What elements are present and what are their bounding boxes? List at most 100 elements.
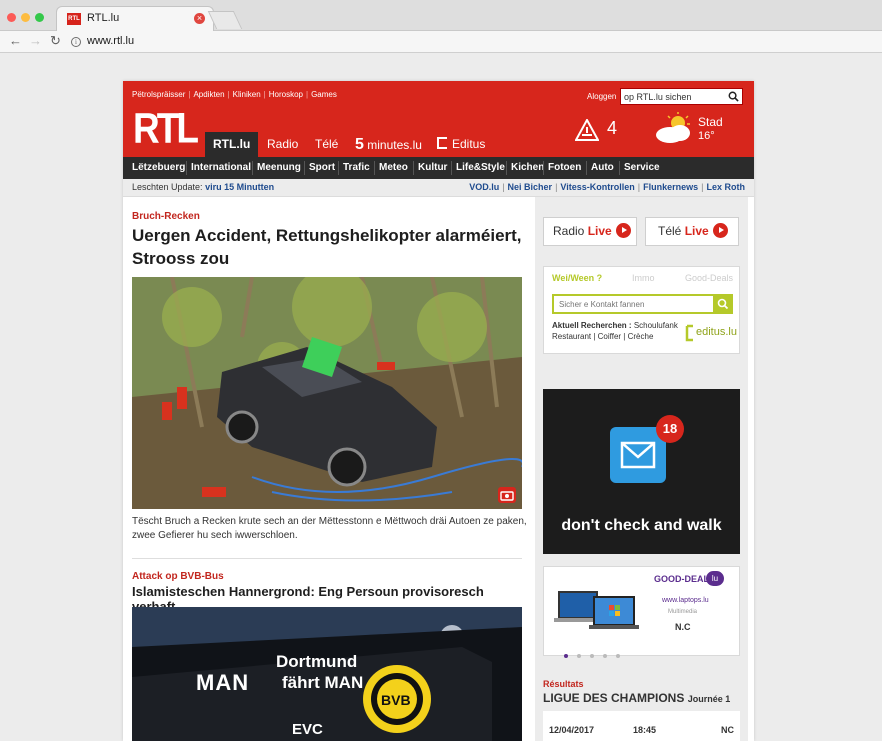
- nav-auto[interactable]: Auto: [591, 157, 614, 179]
- match-score: NC: [721, 725, 734, 735]
- bus-man-logo: MAN: [196, 670, 250, 695]
- radio-live-button[interactable]: Radio Live: [543, 217, 637, 246]
- carousel-dot[interactable]: [577, 654, 581, 658]
- update-bar: Leschten Update: viru 15 Minutten VOD.lu…: [123, 179, 754, 197]
- toplink-petrolspraisser[interactable]: Pëtrolspräisser: [132, 90, 185, 99]
- nav-kichen[interactable]: Kichen: [511, 157, 544, 179]
- close-tab-icon[interactable]: ×: [194, 13, 205, 24]
- link-flunkernews[interactable]: Flunkernews: [643, 182, 698, 192]
- info-icon[interactable]: i: [71, 37, 81, 47]
- browser-tab[interactable]: RTL RTL.lu ×: [56, 6, 214, 31]
- editus-logo-text: editus.lu: [696, 326, 737, 338]
- url-field[interactable]: www.rtl.lu: [87, 35, 134, 47]
- tele-live-button[interactable]: Télé Live: [645, 217, 739, 246]
- nav-letzebuerg[interactable]: Lëtzebuerg: [132, 157, 185, 179]
- camera-icon[interactable]: [498, 487, 516, 503]
- site-search-input[interactable]: [624, 90, 724, 103]
- tab-wei-ween[interactable]: Wei/Ween ?: [552, 273, 602, 283]
- reload-icon[interactable]: ↻: [50, 33, 61, 49]
- search-icon[interactable]: [728, 91, 739, 102]
- toplink-apdikten[interactable]: Apdikten: [193, 90, 224, 99]
- nav-kultur[interactable]: Kultur: [418, 157, 447, 179]
- forward-arrow-icon[interactable]: →: [29, 33, 42, 49]
- results-row[interactable]: 12/04/2017 18:45 NC: [543, 711, 740, 741]
- search-icon[interactable]: [713, 294, 733, 314]
- ad-banner[interactable]: 18 don't check and walk: [543, 389, 740, 554]
- tab-5minutes[interactable]: 5 minutes.lu: [347, 132, 430, 157]
- link-lex-roth[interactable]: Lex Roth: [706, 182, 745, 192]
- weather-city[interactable]: Stad: [698, 115, 723, 129]
- article-kicker[interactable]: Attack op BVB-Bus: [132, 571, 224, 582]
- traffic-warning-icon[interactable]: [575, 119, 599, 141]
- recent-search-more[interactable]: Restaurant | Coiffer | Crèche: [552, 332, 653, 341]
- play-icon: [615, 223, 631, 238]
- wei-ween-widget: Wei/Ween ? Immo Good-Deals Aktuell Reche…: [543, 266, 740, 354]
- carousel-dot[interactable]: [616, 654, 620, 658]
- toplink-games[interactable]: Games: [311, 90, 337, 99]
- article-photo[interactable]: BVB Dortmund MAN fährt MAN EVC: [132, 607, 522, 741]
- svg-text:BVB: BVB: [381, 692, 411, 708]
- results-title[interactable]: LIGUE DES CHAMPIONS Journée 1: [543, 691, 730, 705]
- minimize-window-button[interactable]: [21, 13, 30, 22]
- nav-lifestyle[interactable]: Life&Style: [456, 157, 505, 179]
- rtl-favicon-icon: RTL: [67, 13, 81, 25]
- bus-slogan-text: fährt MAN: [282, 673, 364, 692]
- site-search: [620, 88, 743, 105]
- bus-sponsor-text: EVC: [292, 721, 323, 738]
- contact-search-input[interactable]: [559, 298, 709, 311]
- ad-slogan: don't check and walk: [561, 517, 722, 534]
- laptops-image: [554, 591, 639, 629]
- nav-meteo[interactable]: Meteo: [379, 157, 408, 179]
- article-divider: [132, 558, 522, 559]
- nav-sport[interactable]: Sport: [309, 157, 335, 179]
- notification-badge: 18: [656, 415, 684, 443]
- ad-site: www.laptops.lu: [662, 597, 709, 604]
- tab-radio[interactable]: Radio: [259, 132, 306, 157]
- carousel-dot[interactable]: [603, 654, 607, 658]
- photo-caption: Tëscht Bruch a Recken krute sech an der …: [132, 516, 527, 541]
- rtl-site: Pëtrolspräisser | Apdikten | Kliniken | Horosk…: [123, 81, 754, 741]
- play-icon: [712, 223, 728, 238]
- partly-cloudy-icon: [656, 112, 690, 143]
- browser-tab-bar: RTL RTL.lu ×: [0, 0, 882, 31]
- tab-good-deals[interactable]: Good-Deals: [685, 273, 733, 283]
- article-photo[interactable]: [132, 277, 522, 509]
- link-nei-bicher[interactable]: Nei Bicher: [508, 182, 553, 192]
- article-kicker[interactable]: Bruch-Recken: [132, 211, 200, 222]
- nav-service[interactable]: Service: [624, 157, 660, 179]
- ad-price: N.C: [675, 622, 691, 632]
- article-headline[interactable]: Uergen Accident, Rettungshelikopter alar…: [132, 224, 527, 270]
- tab-title: RTL.lu: [87, 12, 120, 24]
- site-header: Pëtrolspräisser | Apdikten | Kliniken | Horosk…: [123, 81, 754, 157]
- back-arrow-icon[interactable]: ←: [9, 33, 22, 49]
- carousel-dot[interactable]: [564, 654, 568, 658]
- match-date: 12/04/2017: [549, 725, 595, 735]
- carousel-dot[interactable]: [590, 654, 594, 658]
- toplink-horoskop[interactable]: Horoskop: [269, 90, 303, 99]
- close-window-button[interactable]: [7, 13, 16, 22]
- rtl-logo[interactable]: RTL: [133, 106, 199, 151]
- contact-search: [552, 294, 733, 314]
- tab-immo[interactable]: Immo: [632, 273, 655, 283]
- carousel-dots: [564, 645, 629, 663]
- toplink-kliniken[interactable]: Kliniken: [233, 90, 261, 99]
- editus-icon: [437, 137, 447, 149]
- nav-international[interactable]: International: [191, 157, 251, 179]
- nav-trafic[interactable]: Trafic: [343, 157, 370, 179]
- tab-editus[interactable]: Editus: [429, 132, 493, 157]
- recent-search-schoulufank[interactable]: Schoulufank: [634, 321, 678, 330]
- maximize-window-button[interactable]: [35, 13, 44, 22]
- weather-temp: 16°: [698, 130, 715, 142]
- link-vod[interactable]: VOD.lu: [469, 182, 499, 192]
- tab-rtl-lu[interactable]: RTL.lu: [205, 132, 259, 157]
- good-deals-ad[interactable]: GOOD-DEALS lu www.laptops.lu Multimedia …: [543, 566, 740, 658]
- top-links: Pëtrolspräisser | Apdikten | Kliniken | Horosk…: [132, 90, 337, 99]
- quick-links: VOD.lu | Nei Bicher | Vitess-Kontrollen | Flun…: [469, 182, 745, 192]
- tab-tele[interactable]: Télé: [307, 132, 346, 157]
- nav-fotoen[interactable]: Fotoen: [548, 157, 581, 179]
- nav-meenung[interactable]: Meenung: [257, 157, 301, 179]
- editus-logo[interactable]: editus.lu: [684, 322, 737, 344]
- link-vitess-kontrollen[interactable]: Vitess-Kontrollen: [560, 182, 634, 192]
- category-nav: Lëtzebuerg International Meenung Sport T…: [123, 157, 754, 179]
- login-link[interactable]: Aloggen: [587, 92, 616, 101]
